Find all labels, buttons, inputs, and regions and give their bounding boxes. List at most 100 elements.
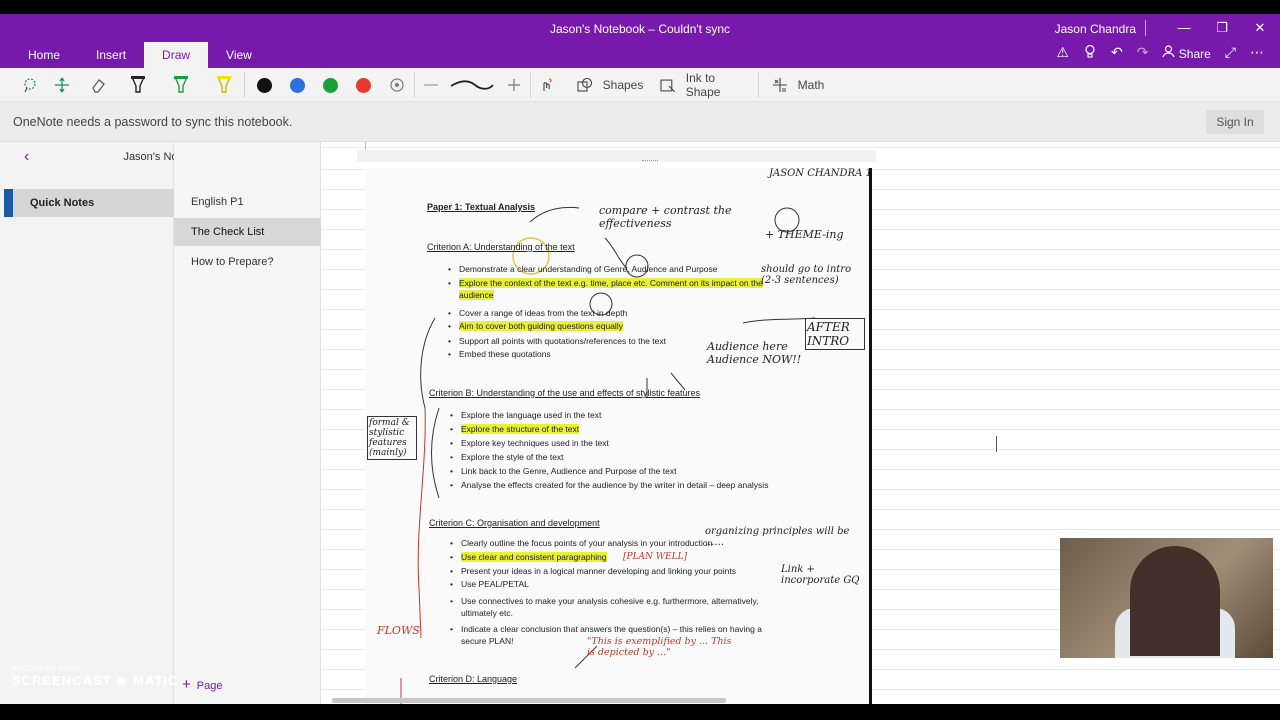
highlighter-icon[interactable] <box>213 74 235 96</box>
green-pen-icon[interactable] <box>170 74 192 96</box>
page-canvas[interactable]: JASON CHANDRA 13M Paper 1: Textual Analy… <box>321 142 1280 704</box>
criterion-b-line: Explore the structure of the text <box>450 424 580 434</box>
share-label: Share <box>1178 46 1211 61</box>
math-label: Math <box>797 78 825 92</box>
criterion-a-line: Explore the context of the text e.g. tim… <box>448 278 763 288</box>
sync-notice-text: OneNote needs a password to sync this no… <box>13 115 293 129</box>
ink-to-shape-icon <box>660 79 676 93</box>
page-how-to-prepare[interactable]: How to Prepare? <box>174 248 321 276</box>
handwritten-after-intro-note: AFTER INTRO <box>805 318 865 350</box>
ribbon-divider <box>244 72 245 98</box>
tab-home[interactable]: Home <box>10 42 78 68</box>
criterion-c-line: Use clear and consistent paragraphing <box>450 552 607 562</box>
criterion-a-line: audience <box>459 290 494 300</box>
color-dot <box>355 77 371 93</box>
criterion-c-line: Use PEAL/PETAL <box>450 579 529 589</box>
handwritten-compare-note: compare + contrast the effectiveness <box>599 204 732 230</box>
person-icon <box>1162 44 1175 57</box>
add-space-icon[interactable] <box>52 74 72 96</box>
criterion-b-line: Analyse the effects created for the audi… <box>450 480 768 490</box>
criterion-b-line: Explore key techniques used in the text <box>450 438 609 448</box>
title-separator <box>1145 20 1146 36</box>
watermark-line1: RECORDED WITH <box>12 666 79 673</box>
section-color-bar <box>4 189 13 217</box>
handwritten-intro-note: should go to intro (2-3 sentences) <box>761 264 852 286</box>
close-button[interactable]: ✕ <box>1242 18 1278 38</box>
stroke-style-icon[interactable] <box>448 74 496 96</box>
draw-ribbon: Shapes Ink to Shape Math <box>0 68 1280 102</box>
shapes-icon <box>577 77 592 92</box>
webcam-person <box>1130 546 1220 656</box>
math-icon <box>772 78 787 92</box>
menu-tabs: Home Insert Draw View <box>10 42 270 68</box>
ribbon-divider <box>758 72 759 98</box>
add-page-button[interactable]: + Page <box>182 676 222 693</box>
tab-draw[interactable]: Draw <box>144 42 209 68</box>
ribbon-divider <box>530 72 531 98</box>
drag-grip-icon[interactable] <box>642 160 658 163</box>
criterion-c-line: Clearly outline the focus points of your… <box>450 538 712 548</box>
horizontal-scrollbar[interactable] <box>332 698 726 703</box>
tab-view[interactable]: View <box>208 42 270 68</box>
handwritten-formal-note: formal & stylistic features (mainly) <box>367 416 417 460</box>
handwritten-organizing-note: organizing principles will be ...... <box>705 526 850 548</box>
tab-insert[interactable]: Insert <box>78 42 144 68</box>
color-red-swatch[interactable] <box>354 74 372 96</box>
shapes-button[interactable]: Shapes <box>575 74 645 96</box>
page-english-p1[interactable]: English P1 <box>174 188 321 216</box>
webcam-overlay <box>1060 538 1273 658</box>
handwritten-audience-note: Audience here Audience NOW!! <box>707 340 802 366</box>
account-name[interactable]: Jason Chandra <box>1055 22 1136 36</box>
redo-icon[interactable]: ↷ <box>1137 44 1149 61</box>
back-arrow-icon[interactable]: ‹ <box>24 148 29 166</box>
ink-to-shape-button[interactable]: Ink to Shape <box>660 71 752 99</box>
criterion-d-heading: Criterion D: Language <box>429 674 518 684</box>
page-the-check-list[interactable]: The Check List <box>174 218 321 246</box>
shapes-label: Shapes <box>602 78 644 92</box>
section-quick-notes[interactable]: Quick Notes <box>4 189 174 217</box>
minimize-button[interactable]: — <box>1166 18 1202 38</box>
sign-in-button[interactable]: Sign In <box>1206 110 1264 134</box>
expand-icon[interactable]: ⤢ <box>1225 44 1236 61</box>
touch-draw-icon[interactable] <box>537 74 557 96</box>
math-button[interactable]: Math <box>770 74 826 96</box>
sync-notice-bar: OneNote needs a password to sync this no… <box>0 102 1280 142</box>
criterion-a-line: Demonstrate a clear understanding of Gen… <box>448 264 718 274</box>
lasso-select-icon[interactable] <box>20 74 40 96</box>
worksheet-title: Paper 1: Textual Analysis <box>427 202 536 212</box>
text-cursor <box>996 436 997 452</box>
undo-icon[interactable]: ↶ <box>1111 44 1123 61</box>
section-label: Quick Notes <box>30 197 95 209</box>
ribbon-divider <box>414 72 415 98</box>
handwritten-theme-note: + THEME-ing <box>765 228 844 241</box>
criterion-c-line: secure PLAN! <box>461 636 514 646</box>
watermark-line2: SCREENCAST ◉ MATIC <box>12 673 179 688</box>
onenote-window: Jason's Notebook – Couldn't sync Jason C… <box>0 14 1280 704</box>
black-pen-icon[interactable] <box>127 74 149 96</box>
eraser-icon[interactable] <box>88 74 108 96</box>
image-container-handle[interactable] <box>357 150 876 162</box>
warning-icon[interactable]: ⚠ <box>1056 44 1069 61</box>
color-blue-swatch[interactable] <box>288 74 306 96</box>
criterion-a-heading: Criterion A: Understanding of the text <box>427 242 575 252</box>
color-wheel-icon[interactable] <box>387 74 407 96</box>
share-button[interactable]: Share <box>1162 44 1211 61</box>
lightbulb-icon[interactable] <box>1083 44 1097 61</box>
plus-stroke-icon[interactable] <box>505 74 523 96</box>
maximize-button[interactable]: ❐ <box>1204 18 1240 38</box>
criterion-b-heading: Criterion B: Understanding of the use an… <box>429 388 700 398</box>
plus-icon: + <box>182 676 191 693</box>
more-icon[interactable]: ⋯ <box>1250 44 1264 61</box>
criterion-a-line: Cover a range of ideas from the text in … <box>448 308 627 318</box>
title-actions: ⚠ ↶ ↷ Share ⤢ ⋯ <box>1056 44 1264 61</box>
screencast-watermark: RECORDED WITH SCREENCAST ◉ MATIC <box>12 666 178 689</box>
handwritten-exemplified-note: "This is exemplified by ... This is depi… <box>587 636 732 658</box>
color-black-swatch[interactable] <box>255 74 273 96</box>
color-green-swatch[interactable] <box>321 74 339 96</box>
criterion-a-line: Support all points with quotations/refer… <box>448 336 666 346</box>
handwritten-flows-note: FLOWS <box>377 624 420 637</box>
scanned-worksheet-image[interactable]: JASON CHANDRA 13M Paper 1: Textual Analy… <box>365 168 872 704</box>
criterion-a-line: Aim to cover both guiding questions equa… <box>448 321 623 331</box>
title-bar: Jason's Notebook – Couldn't sync Jason C… <box>0 14 1280 68</box>
thin-stroke-icon[interactable] <box>422 74 440 96</box>
